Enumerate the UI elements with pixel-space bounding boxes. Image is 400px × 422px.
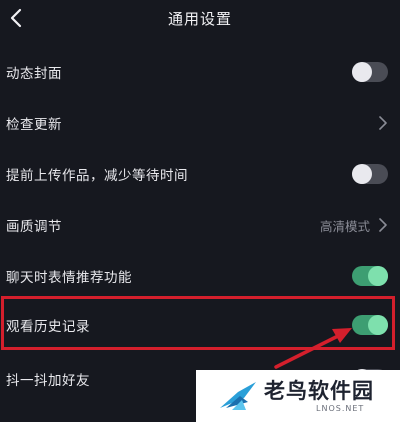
header-bar: 通用设置 xyxy=(0,0,400,38)
setting-row-dynamic-cover[interactable]: 动态封面 xyxy=(0,48,400,98)
setting-label: 画质调节 xyxy=(6,219,62,235)
toggle-knob xyxy=(368,266,388,286)
watermark: 老鸟软件园 LNOS.NET xyxy=(196,370,400,422)
setting-row-quality[interactable]: 画质调节 高清模式 xyxy=(0,201,400,251)
dynamic-cover-toggle[interactable] xyxy=(352,62,388,82)
setting-label: 提前上传作品，减少等待时间 xyxy=(6,168,188,184)
toggle-knob xyxy=(352,164,372,184)
settings-screen: 通用设置 动态封面 检查更新 提前上传作品，减少等待时间 画质调节 高清模式 聊… xyxy=(0,0,400,422)
setting-row-pre-upload[interactable]: 提前上传作品，减少等待时间 xyxy=(0,150,400,200)
watermark-url: LNOS.NET xyxy=(316,404,365,413)
emoji-recommend-toggle[interactable] xyxy=(352,266,388,286)
toggle-knob xyxy=(352,62,372,82)
bird-logo-icon xyxy=(220,382,256,410)
quality-value: 高清模式 xyxy=(319,219,370,234)
setting-label: 动态封面 xyxy=(6,66,62,82)
chevron-right-icon xyxy=(379,218,387,232)
setting-label: 抖一抖加好友 xyxy=(6,373,90,389)
setting-row-emoji-recommend[interactable]: 聊天时表情推荐功能 xyxy=(0,252,400,302)
watermark-name: 老鸟软件园 xyxy=(264,379,374,403)
setting-label: 检查更新 xyxy=(6,117,62,133)
pre-upload-toggle[interactable] xyxy=(352,164,388,184)
setting-row-check-update[interactable]: 检查更新 xyxy=(0,99,400,149)
chevron-right-icon xyxy=(379,116,387,130)
setting-label: 聊天时表情推荐功能 xyxy=(6,270,132,286)
page-title: 通用设置 xyxy=(167,10,232,28)
